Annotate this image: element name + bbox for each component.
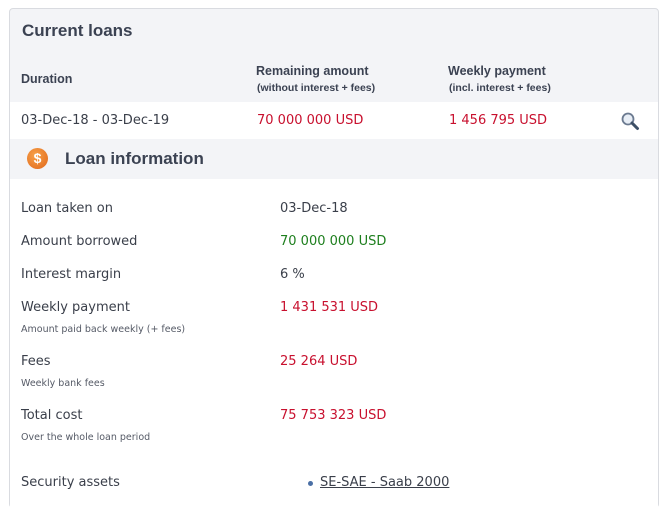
bullet-icon bbox=[308, 481, 313, 486]
dollar-coin-icon: $ bbox=[27, 148, 48, 169]
loan-info-title: Loan information bbox=[65, 149, 204, 168]
security-assets-label: Security assets bbox=[21, 475, 120, 490]
borrowed-value: 70 000 000 USD bbox=[280, 234, 387, 249]
weekly-payment-label: Weekly payment bbox=[21, 300, 130, 315]
header-remaining: Remaining amount bbox=[256, 64, 369, 78]
loan-row[interactable]: 03-Dec-18 - 03-Dec-19 70 000 000 USD 1 4… bbox=[10, 102, 658, 139]
fees-label: Fees bbox=[21, 354, 51, 369]
margin-label: Interest margin bbox=[21, 267, 122, 282]
fees-value: 25 264 USD bbox=[280, 354, 358, 369]
taken-on-label: Loan taken on bbox=[21, 201, 113, 216]
header-remaining-sub: (without interest + fees) bbox=[257, 82, 376, 94]
fees-sub: Weekly bank fees bbox=[21, 378, 105, 389]
loan-info-header: $ Loan information bbox=[10, 139, 658, 179]
taken-on-value: 03-Dec-18 bbox=[280, 201, 348, 216]
header-weekly-sub: (incl. interest + fees) bbox=[449, 82, 551, 94]
total-cost-label: Total cost bbox=[21, 408, 83, 423]
current-loans-title: Current loans bbox=[22, 21, 133, 40]
margin-value: 6 % bbox=[280, 267, 305, 282]
current-loans-panel: Current loans Duration Remaining amount … bbox=[9, 8, 659, 509]
weekly-payment-sub: Amount paid back weekly (+ fees) bbox=[21, 324, 186, 335]
loan-remaining: 70 000 000 USD bbox=[257, 113, 364, 128]
loan-duration: 03-Dec-18 - 03-Dec-19 bbox=[21, 113, 170, 128]
security-asset-link[interactable]: SE-SAE - Saab 2000 bbox=[320, 475, 449, 490]
magnifier-icon[interactable] bbox=[620, 111, 640, 131]
header-duration: Duration bbox=[21, 72, 73, 86]
total-cost-sub: Over the whole loan period bbox=[21, 432, 151, 443]
borrowed-label: Amount borrowed bbox=[21, 234, 138, 249]
weekly-payment-value: 1 431 531 USD bbox=[280, 300, 379, 315]
header-weekly: Weekly payment bbox=[448, 64, 546, 78]
total-cost-value: 75 753 323 USD bbox=[280, 408, 387, 423]
loan-weekly: 1 456 795 USD bbox=[449, 113, 548, 128]
loan-info-body: Loan taken on 03-Dec-18 Amount borrowed … bbox=[10, 179, 658, 509]
